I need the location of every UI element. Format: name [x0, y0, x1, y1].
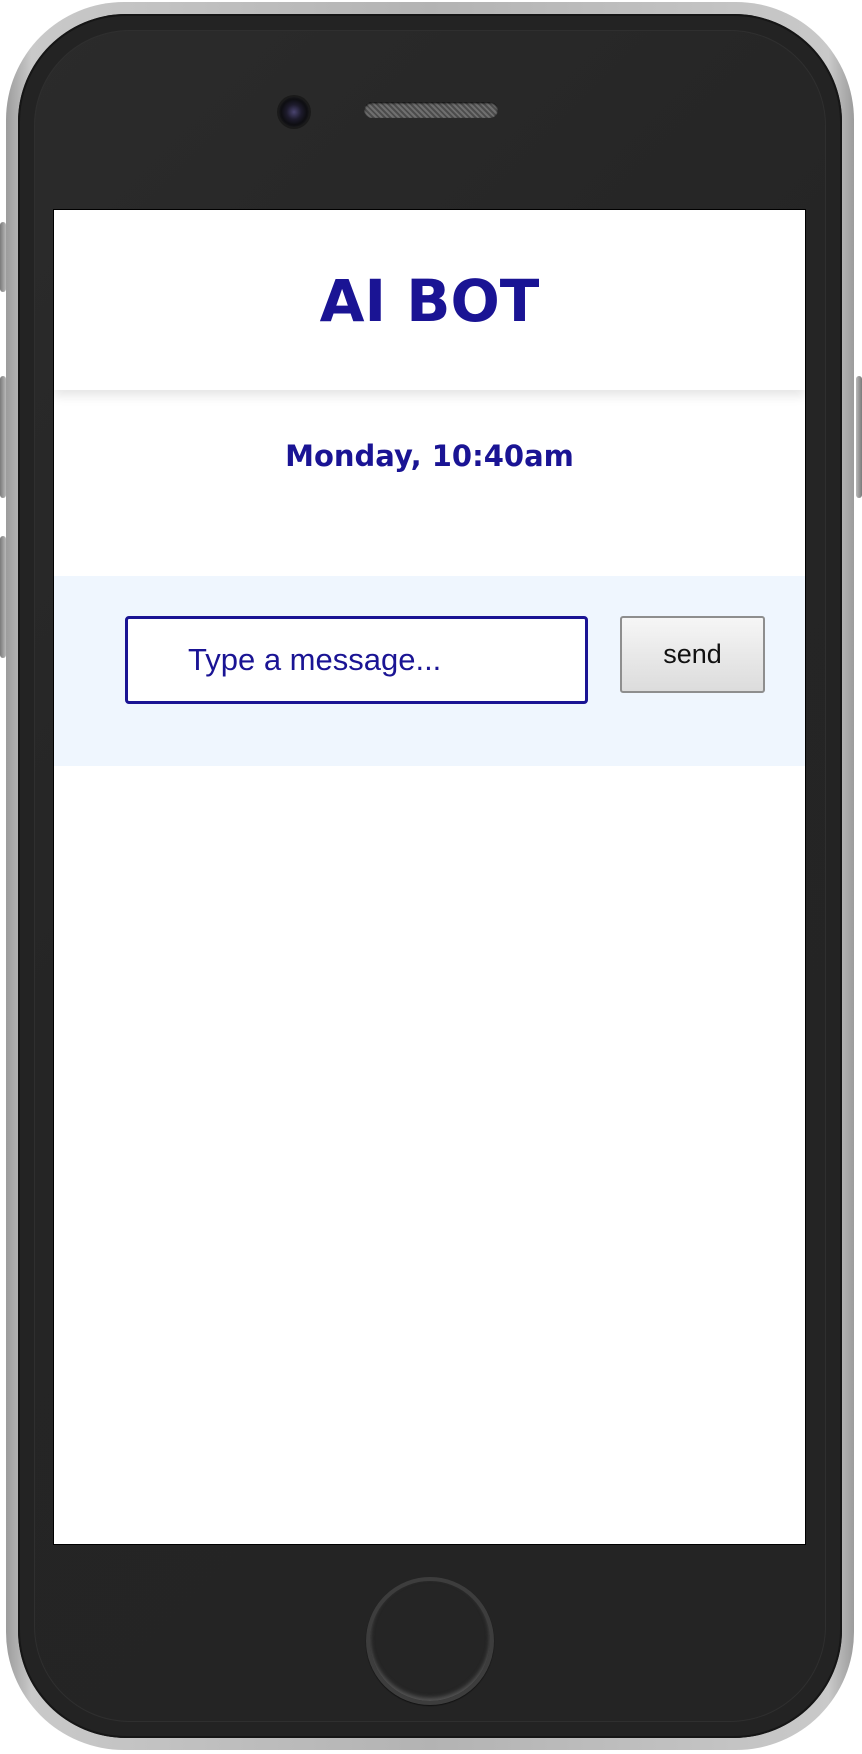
messages-area	[54, 766, 805, 1544]
home-button-icon[interactable]	[366, 1577, 494, 1705]
send-button[interactable]: send	[620, 616, 765, 693]
app-header: AI BOT	[54, 210, 805, 390]
chat-date-label: Monday, 10:40am	[285, 439, 574, 473]
volume-up-button	[0, 376, 6, 498]
mute-switch	[0, 222, 6, 292]
app-title: AI BOT	[319, 267, 540, 335]
front-camera-icon	[279, 97, 309, 127]
message-composer: send	[54, 576, 805, 766]
phone-screen: AI BOT Monday, 10:40am send	[54, 210, 805, 1544]
message-input[interactable]	[125, 616, 588, 704]
earpiece-speaker-icon	[364, 102, 498, 118]
volume-down-button	[0, 536, 6, 658]
power-button	[856, 376, 862, 498]
